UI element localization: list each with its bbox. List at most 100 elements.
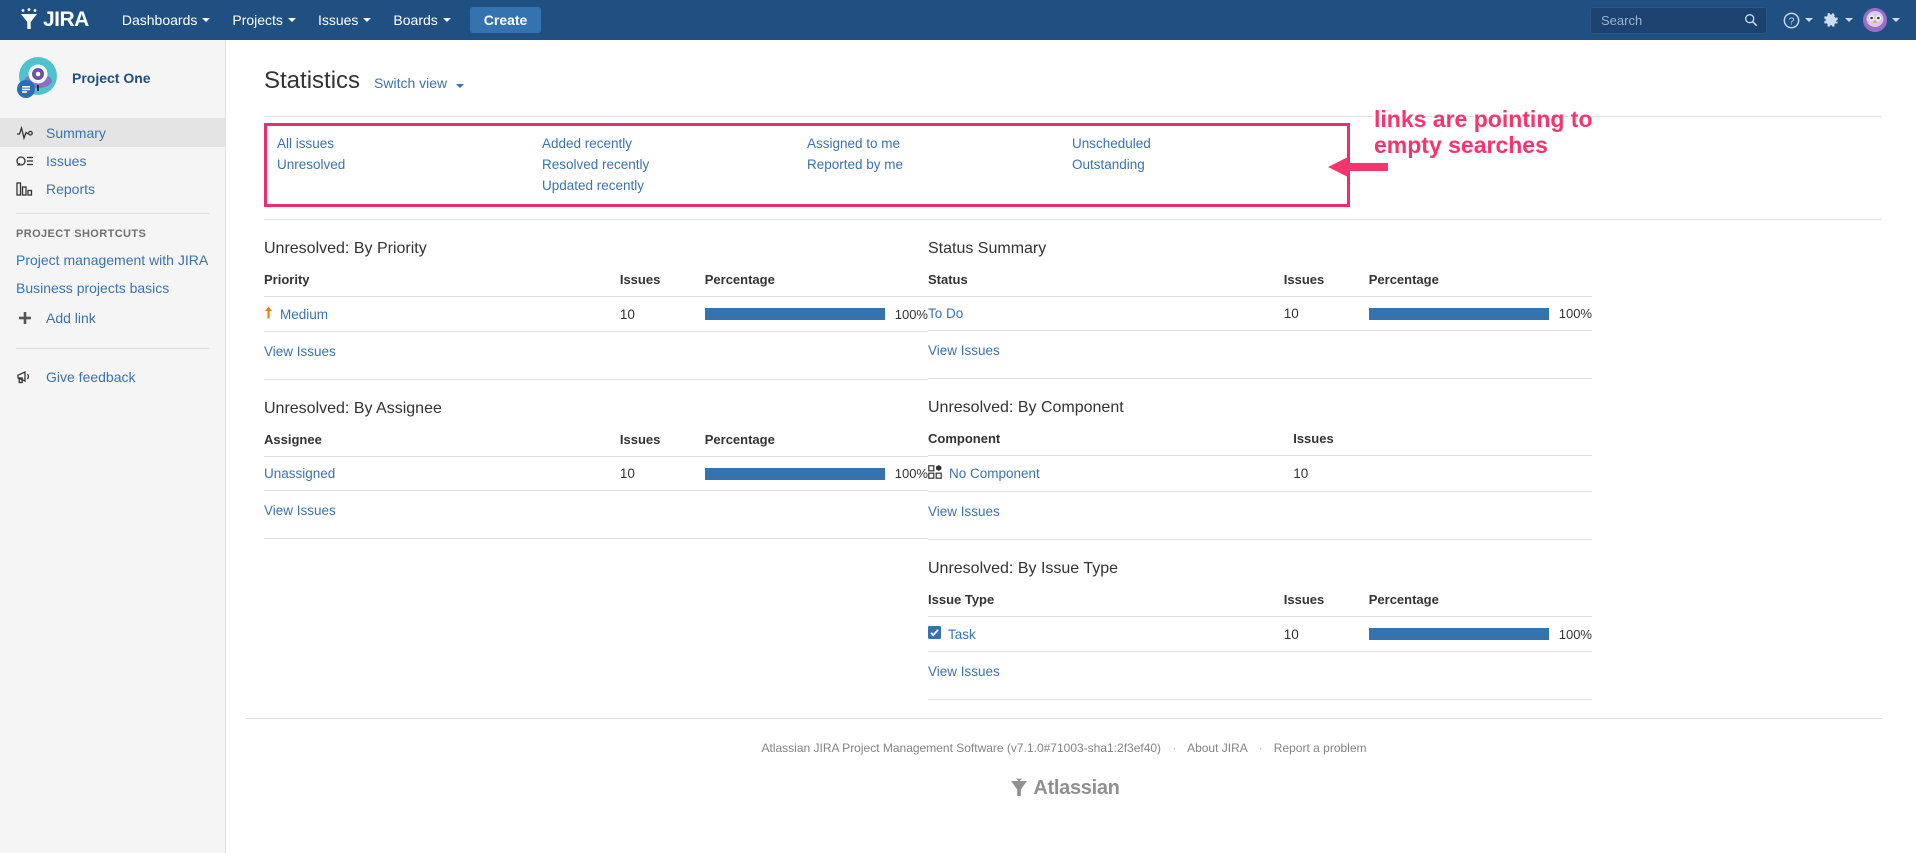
view-issues-link[interactable]: View Issues (928, 664, 1000, 679)
project-name: Project One (72, 70, 151, 86)
chevron-down-icon (202, 18, 211, 22)
component-name-link[interactable]: No Component (949, 466, 1040, 481)
view-issues-link[interactable]: View Issues (264, 344, 336, 359)
table-row: Task 10 100% (928, 616, 1592, 653)
view-issues-link[interactable]: View Issues (928, 343, 1000, 358)
report-column-right: Status Summary Status Issues Percentage (928, 220, 1592, 701)
filter-link-unresolved[interactable]: Unresolved (277, 156, 345, 173)
chevron-down-icon (1805, 18, 1813, 22)
status-name-link[interactable]: To Do (928, 306, 963, 321)
sidebar-divider-2 (16, 348, 209, 349)
nav-item-issues[interactable]: Issues (307, 0, 382, 40)
cell-issues: 10 (1293, 455, 1380, 493)
status-table: Status Issues Percentage To Do 10 100% (928, 272, 1592, 332)
table-header-row: Assignee Issues Percentage (264, 432, 928, 458)
nav-item-label: Dashboards (121, 12, 198, 28)
table-row: To Do 10 100% (928, 296, 1592, 332)
block-divider (928, 699, 1592, 701)
block-divider (264, 538, 928, 540)
search-icon[interactable] (1744, 13, 1758, 27)
sidebar-item-reports[interactable]: Reports (0, 175, 225, 203)
filter-link-outstanding[interactable]: Outstanding (1072, 156, 1145, 173)
priority-name-link[interactable]: Medium (280, 307, 328, 322)
percentage-bar-fill (1368, 628, 1549, 641)
column-header-priority: Priority (264, 272, 620, 298)
column-header-percentage: Percentage (1368, 592, 1592, 618)
column-header-percentage: Percentage (704, 272, 928, 298)
cell-issues: 10 (1283, 616, 1369, 653)
filter-link-assigned-to-me[interactable]: Assigned to me (807, 135, 900, 152)
cell-assignee: Unassigned (264, 456, 620, 492)
nav-item-projects[interactable]: Projects (221, 0, 307, 40)
filter-link-updated-recently[interactable]: Updated recently (542, 177, 644, 194)
task-checkbox-icon (928, 626, 941, 642)
cell-empty (1379, 455, 1592, 493)
megaphone-icon (16, 368, 34, 386)
main-content: Statistics Switch view All issues Unreso… (226, 40, 1916, 853)
give-feedback-button[interactable]: Give feedback (0, 363, 225, 391)
percentage-bar-track (704, 308, 885, 321)
sidebar-shortcut-project-management[interactable]: Project management with JIRA (0, 246, 225, 274)
assignee-name-link[interactable]: Unassigned (264, 466, 335, 481)
sidebar-item-issues[interactable]: Issues (0, 147, 225, 175)
footer-links: Atlassian JIRA Project Management Softwa… (246, 741, 1882, 755)
top-nav-right-group: ? (1590, 0, 1904, 40)
nav-item-dashboards[interactable]: Dashboards (111, 0, 222, 40)
column-header-issues: Issues (1283, 272, 1369, 298)
cell-priority: Medium (264, 296, 620, 333)
create-button[interactable]: Create (469, 7, 542, 33)
report-columns: Unresolved: By Priority Priority Issues … (264, 220, 1882, 701)
nav-item-label: Issues (317, 12, 359, 28)
footer-separator: · (1258, 741, 1263, 756)
column-header-issues: Issues (619, 432, 705, 458)
filter-link-resolved-recently[interactable]: Resolved recently (542, 156, 649, 173)
settings-menu-button[interactable] (1819, 0, 1857, 40)
help-menu-button[interactable]: ? (1779, 0, 1817, 40)
percentage-label: 100% (894, 306, 928, 322)
add-link-button[interactable]: Add link (0, 302, 225, 334)
report-block-by-component: Unresolved: By Component Component Issue… (928, 379, 1592, 541)
filter-links-column-1: All issues Unresolved (277, 135, 542, 194)
issue-type-table: Issue Type Issues Percentage Task 10 100… (928, 592, 1592, 653)
search-box[interactable] (1590, 6, 1767, 34)
filter-link-unscheduled[interactable]: Unscheduled (1072, 135, 1151, 152)
report-problem-link[interactable]: Report a problem (1274, 741, 1367, 755)
view-issues-link[interactable]: View Issues (928, 504, 1000, 519)
give-feedback-label: Give feedback (46, 369, 136, 385)
priority-table: Priority Issues Percentage Medium 10 100… (264, 272, 928, 333)
filter-links-column-2: Added recently Resolved recently Updated… (542, 135, 807, 194)
nav-item-label: Boards (393, 12, 438, 28)
switch-view-button[interactable]: Switch view (374, 75, 465, 91)
sidebar-item-summary[interactable]: Summary (0, 119, 225, 147)
cell-issues: 10 (619, 296, 705, 333)
view-issues-link[interactable]: View Issues (264, 503, 336, 518)
table-header-row: Issue Type Issues Percentage (928, 592, 1592, 618)
component-table: Component Issues No Component 10 (928, 431, 1592, 493)
table-header-row: Priority Issues Percentage (264, 272, 928, 298)
table-header-row: Component Issues (928, 431, 1592, 457)
nav-item-boards[interactable]: Boards (382, 0, 461, 40)
filter-link-added-recently[interactable]: Added recently (542, 135, 632, 152)
user-avatar-icon (1863, 8, 1887, 32)
jira-logo[interactable]: JIRA (18, 0, 89, 40)
search-input[interactable] (1599, 11, 1744, 29)
cell-issues: 10 (1283, 296, 1369, 332)
about-jira-link[interactable]: About JIRA (1187, 741, 1247, 755)
issue-type-name-link[interactable]: Task (948, 627, 976, 642)
report-block-by-assignee: Unresolved: By Assignee Assignee Issues … (264, 380, 928, 540)
chevron-down-icon (1845, 18, 1853, 22)
sidebar-shortcut-business-basics[interactable]: Business projects basics (0, 274, 225, 302)
cell-percentage: 100% (1368, 616, 1592, 653)
profile-menu-button[interactable] (1859, 0, 1904, 40)
svg-text:?: ? (1789, 16, 1795, 27)
filter-link-reported-by-me[interactable]: Reported by me (807, 156, 903, 173)
sidebar-nav-section: Summary Issues Reports (0, 118, 225, 203)
project-header: Project One (0, 40, 225, 118)
atlassian-logo-text: Atlassian (1033, 777, 1120, 800)
filter-link-all-issues[interactable]: All issues (277, 135, 334, 152)
cell-percentage: 100% (1368, 296, 1592, 332)
chevron-down-icon (1892, 18, 1900, 22)
avatar (1863, 8, 1887, 32)
page-layout: Project One Summary Issues Reports PROJE… (0, 40, 1916, 853)
cell-component: No Component (928, 455, 1294, 493)
